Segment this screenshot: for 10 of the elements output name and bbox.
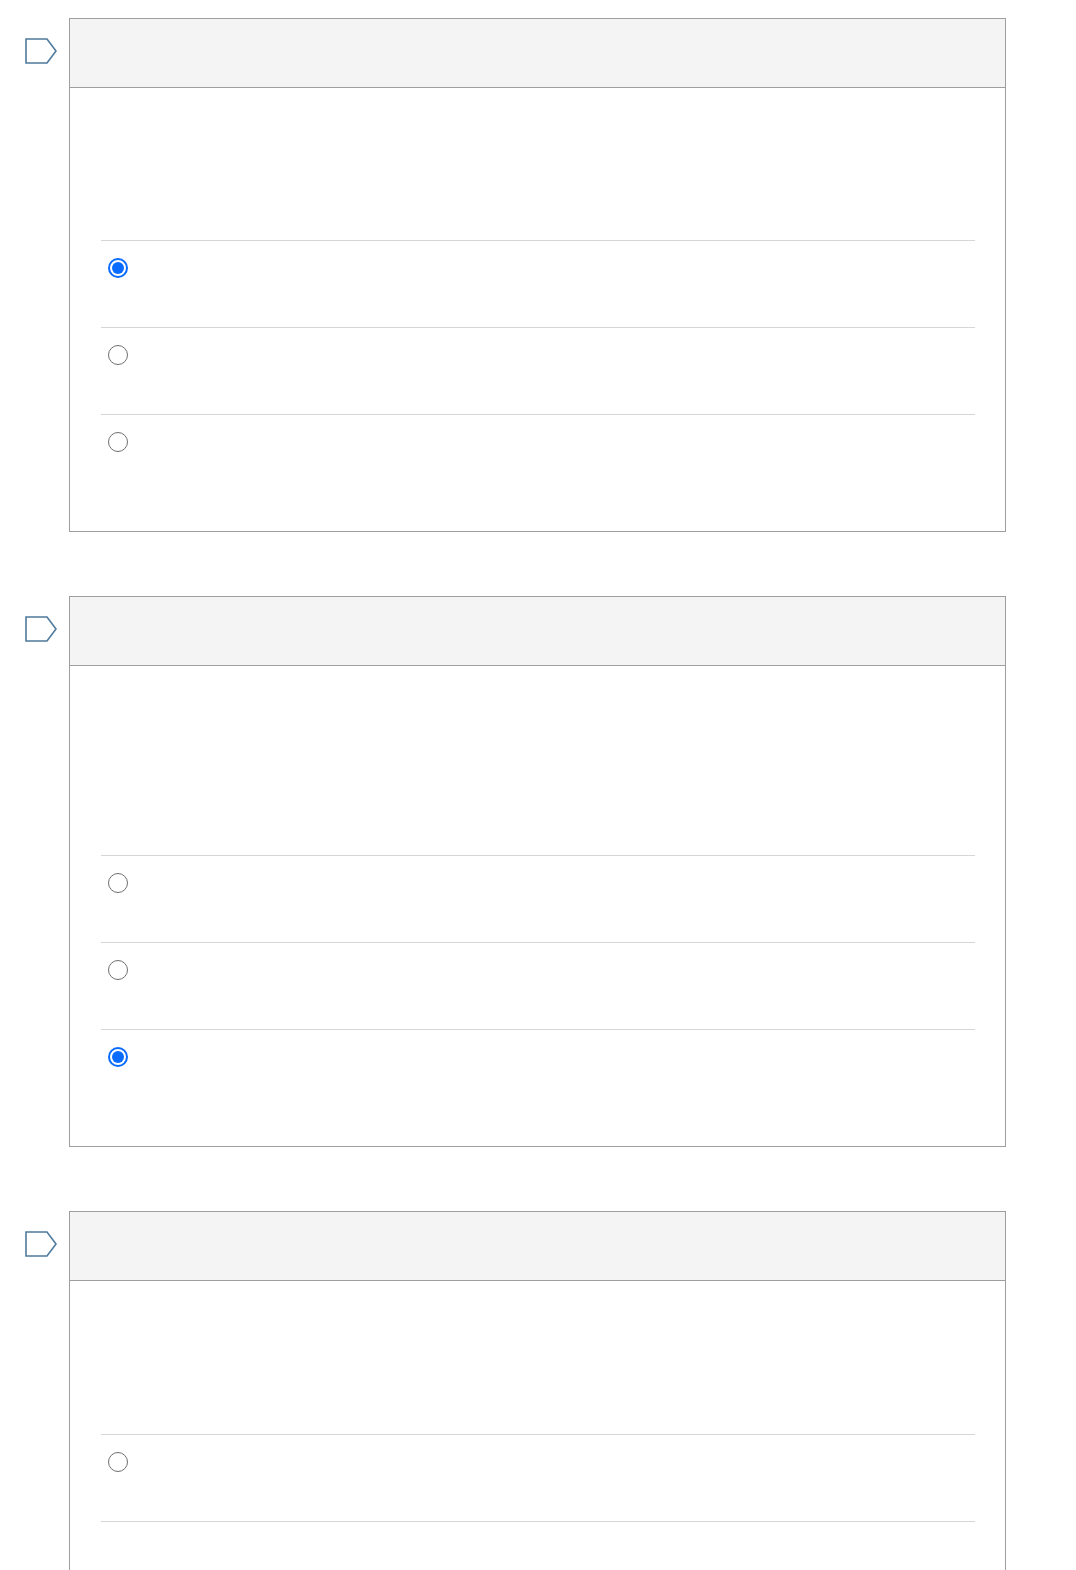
radio-button[interactable] [108, 1452, 128, 1472]
tag-icon[interactable] [25, 1231, 57, 1257]
radio-button[interactable] [108, 345, 128, 365]
radio-button[interactable] [108, 1047, 128, 1067]
radio-button[interactable] [108, 873, 128, 893]
radio-button[interactable] [108, 960, 128, 980]
tag-icon[interactable] [25, 38, 57, 64]
radio-button[interactable] [108, 258, 128, 278]
radio-button[interactable] [108, 432, 128, 452]
tag-icon[interactable] [25, 616, 57, 642]
